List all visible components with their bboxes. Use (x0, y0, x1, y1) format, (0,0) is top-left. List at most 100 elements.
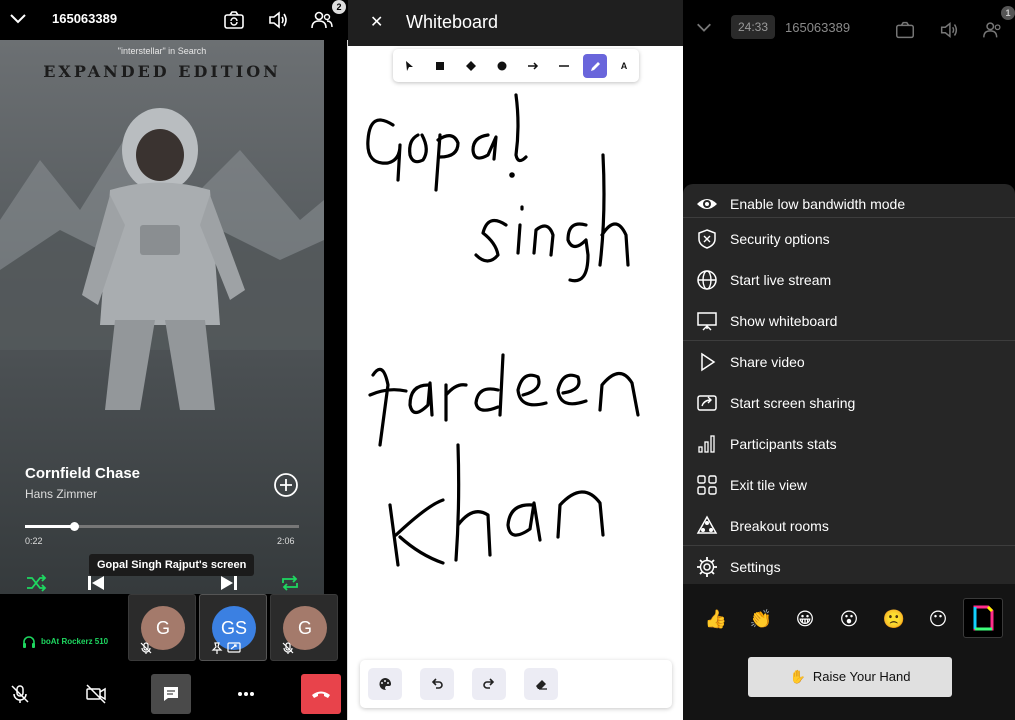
reaction-surprised[interactable]: 😮 (836, 606, 862, 632)
options-screen: 24:33 165063389 1 Enable low bandwidth m… (683, 0, 1015, 720)
room-id: 165063389 (52, 11, 118, 26)
headphones-icon (23, 636, 35, 648)
overflow-menu: Enable low bandwidth mode Security optio… (683, 184, 1015, 584)
chevron-down-icon[interactable] (8, 8, 28, 28)
speaker-icon[interactable] (266, 8, 290, 32)
menu-item-tile-view[interactable]: Exit tile view (683, 465, 1015, 506)
menu-item-breakout-rooms[interactable]: Breakout rooms (683, 506, 1015, 547)
ellipse-icon[interactable] (490, 54, 514, 78)
grid-icon (697, 475, 717, 495)
camera-off-icon (86, 684, 106, 704)
play-icon (701, 352, 716, 372)
participant-tile[interactable]: G (128, 594, 196, 661)
menu-item-whiteboard[interactable]: Show whiteboard (683, 301, 1015, 342)
diamond-icon[interactable] (459, 54, 483, 78)
gif-button[interactable] (963, 598, 1003, 638)
camera-switch-icon[interactable] (894, 19, 916, 41)
shared-screen-spotify: "interstellar" in Search EXPANDED EDITIO… (0, 40, 324, 594)
redo-icon[interactable] (472, 668, 506, 700)
shared-screen-label: Gopal Singh Rajput's screen (89, 554, 255, 576)
repeat-icon[interactable] (279, 572, 301, 594)
participant-tile[interactable]: GS (199, 594, 267, 661)
whiteboard-toolbar: A (393, 49, 639, 82)
track-title: Cornfield Chase (25, 465, 141, 482)
reactions-bar: 👍 👏 😀 😮 🙁 😶 ✋ Raise Your Hand (683, 584, 1015, 720)
chat-button[interactable] (151, 674, 191, 714)
call-timer: 24:33 (731, 15, 775, 39)
camera-switch-icon[interactable] (222, 8, 246, 32)
search-note: "interstellar" in Search (117, 46, 207, 56)
line-icon[interactable] (552, 54, 576, 78)
menu-item-settings[interactable]: Settings (683, 547, 1015, 588)
add-to-library-icon[interactable] (273, 472, 299, 498)
undo-icon[interactable] (420, 668, 454, 700)
participants-icon[interactable] (310, 8, 334, 32)
room-id: 165063389 (785, 20, 851, 35)
close-icon[interactable]: ✕ (370, 12, 383, 32)
hand-icon: ✋ (789, 669, 806, 684)
pencil-icon[interactable] (583, 54, 607, 78)
track-artist: Hans Zimmer (25, 487, 98, 501)
handwriting-strokes (366, 93, 640, 567)
muted-mic-icon (140, 642, 152, 654)
menu-item-live-stream[interactable]: Start live stream (683, 260, 1015, 301)
select-icon[interactable] (397, 54, 421, 78)
left-screen: 165063389 2 "interstellar" in Search EXP… (0, 0, 348, 720)
menu-divider (683, 340, 1015, 341)
rectangle-icon[interactable] (428, 54, 452, 78)
menu-item-label: Show whiteboard (730, 313, 838, 329)
arrow-icon[interactable] (521, 54, 545, 78)
mute-mic-button[interactable] (0, 674, 40, 714)
chat-icon (164, 687, 178, 701)
menu-item-label: Share video (730, 354, 805, 370)
eye-icon (697, 199, 717, 209)
reaction-sad[interactable]: 🙁 (881, 606, 907, 632)
more-options-button[interactable] (226, 674, 266, 714)
menu-divider (683, 545, 1015, 546)
whiteboard-title: Whiteboard (406, 12, 499, 32)
presentation-icon (697, 312, 717, 331)
participants-badge: 1 (1001, 6, 1015, 20)
total-time: 2:06 (277, 536, 295, 546)
participants-icon[interactable] (982, 19, 1004, 41)
menu-item-label: Security options (730, 231, 830, 247)
menu-item-screen-sharing[interactable]: Start screen sharing (683, 383, 1015, 424)
text-icon[interactable]: A (612, 54, 636, 78)
whiteboard-canvas[interactable] (348, 85, 683, 655)
toggle-camera-button[interactable] (76, 674, 116, 714)
speaker-icon[interactable] (938, 19, 960, 41)
menu-item-label: Start live stream (730, 272, 832, 288)
reaction-clap[interactable]: 👏 (748, 606, 774, 632)
device-name: boAt Rockerz 510 (41, 637, 109, 647)
participants-badge: 2 (332, 0, 346, 14)
reaction-silent[interactable]: 😶 (925, 606, 951, 632)
screen-share-icon (697, 395, 717, 411)
raise-hand-button[interactable]: ✋ Raise Your Hand (748, 657, 952, 697)
connected-device[interactable]: boAt Rockerz 510 (22, 635, 108, 649)
eraser-icon[interactable] (524, 668, 558, 700)
raise-hand-label: Raise Your Hand (812, 669, 911, 684)
pin-icon (211, 642, 223, 654)
menu-item-share-video[interactable]: Share video (683, 342, 1015, 383)
poster-caption: EXPANDED EDITION (43, 62, 281, 81)
more-icon (238, 692, 254, 696)
hangup-icon (312, 691, 330, 698)
globe-icon (697, 270, 717, 290)
menu-item-security[interactable]: Security options (683, 219, 1015, 260)
gif-icon (973, 605, 994, 631)
palette-icon[interactable] (368, 668, 402, 700)
reaction-laugh[interactable]: 😀 (792, 606, 818, 632)
menu-item-label: Enable low bandwidth mode (730, 196, 906, 212)
menu-item-label: Breakout rooms (730, 518, 829, 534)
hangup-button[interactable] (301, 674, 341, 714)
menu-item-label: Participants stats (730, 436, 837, 452)
menu-item-participants-stats[interactable]: Participants stats (683, 424, 1015, 465)
chevron-down-icon[interactable] (695, 18, 713, 36)
shuffle-icon[interactable] (25, 572, 47, 594)
participant-tile[interactable]: G (270, 594, 338, 661)
gear-icon (697, 557, 717, 577)
playback-progress-bar[interactable] (25, 522, 299, 531)
menu-divider (683, 217, 1015, 218)
mic-off-icon (11, 685, 29, 703)
reaction-thumbs-up[interactable]: 👍 (703, 606, 729, 632)
